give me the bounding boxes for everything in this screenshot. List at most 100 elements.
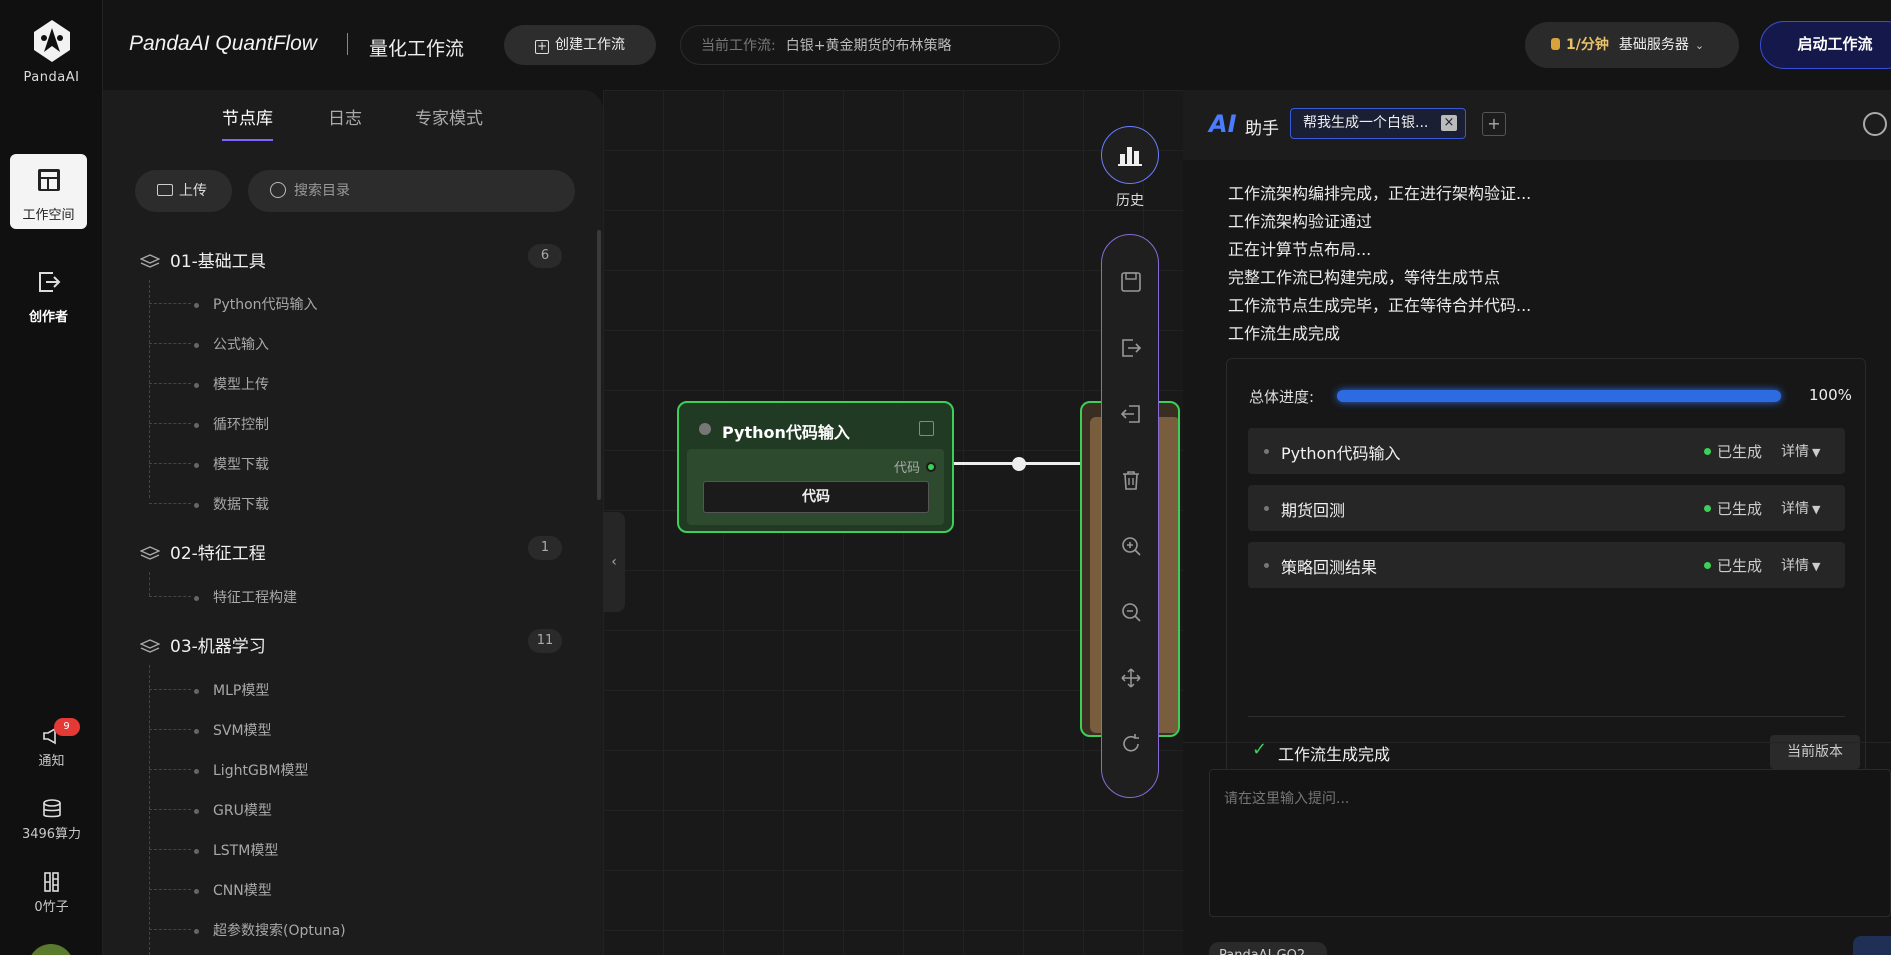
collapse-panel-button[interactable]: ‹ <box>603 512 625 612</box>
details-toggle[interactable]: 详情 ▼ <box>1781 441 1820 461</box>
zoom-in-icon[interactable] <box>1120 535 1142 557</box>
list-item[interactable]: 期货回测 已生成 详情 ▼ <box>1248 485 1845 531</box>
bamboo-balance[interactable]: 0竹子 <box>0 870 103 915</box>
trash-icon[interactable] <box>1120 469 1142 491</box>
list-item[interactable]: 模型下载 <box>194 454 269 474</box>
send-button[interactable] <box>1853 936 1891 955</box>
save-icon[interactable] <box>1120 271 1142 293</box>
category-count: 1 <box>528 536 562 560</box>
logo[interactable]: PandaAI <box>0 18 103 85</box>
category-header[interactable]: 01-基础工具 <box>140 247 266 272</box>
output-port[interactable] <box>926 462 936 472</box>
list-item[interactable]: 数据下载 <box>194 494 269 514</box>
brand-divider <box>347 33 348 55</box>
rail-item-label: 创作者 <box>28 310 68 325</box>
node-title: Python代码输入 <box>722 423 850 442</box>
import-icon[interactable] <box>1120 403 1142 425</box>
details-toggle[interactable]: 详情 ▼ <box>1781 555 1820 575</box>
new-conversation-button[interactable]: + <box>1482 112 1506 136</box>
list-item[interactable]: 策略回测结果 已生成 详情 ▼ <box>1248 542 1845 588</box>
tree-line <box>149 572 150 596</box>
current-version-button[interactable]: 当前版本 <box>1770 735 1860 769</box>
log-line: 工作流节点生成完毕，正在等待合并代码... <box>1228 296 1532 315</box>
library-scrollbar[interactable] <box>597 230 601 500</box>
tree-branch <box>149 343 191 344</box>
layers-icon <box>140 254 160 268</box>
search-icon <box>270 182 286 198</box>
server-selector[interactable]: 1/分钟 基础服务器 ⌄ <box>1525 22 1739 68</box>
list-item[interactable]: LSTM模型 <box>193 840 278 860</box>
list-item[interactable]: 超参数搜索(Optuna) <box>194 920 346 940</box>
close-icon[interactable]: × <box>1441 115 1457 131</box>
list-item[interactable]: 循环控制 <box>194 414 269 434</box>
top-bar: PandaAI QuantFlow 量化工作流 + 创建工作流 当前工作流: 白银+… <box>103 0 1891 90</box>
panda-logo-icon <box>33 20 70 62</box>
log-line: 工作流架构编排完成，正在进行架构验证... <box>1228 184 1532 203</box>
database-icon <box>40 797 64 821</box>
list-item[interactable]: 公式输入 <box>194 334 269 354</box>
conversation-tab-label: 帮我生成一个白银... <box>1303 115 1429 131</box>
move-icon[interactable] <box>1120 667 1142 689</box>
list-item[interactable]: Python代码输入 <box>194 294 318 314</box>
export-icon[interactable] <box>1120 337 1142 359</box>
step-name: Python代码输入 <box>1281 444 1401 463</box>
search-placeholder: 搜索目录 <box>294 183 350 199</box>
current-workflow-value: 白银+黄金期货的布林策略 <box>785 38 952 54</box>
avatar[interactable] <box>28 944 74 955</box>
list-item[interactable]: SVM模型 <box>194 720 272 740</box>
list-item[interactable]: MLP模型 <box>193 680 269 700</box>
caret-down-icon: ▼ <box>1812 503 1821 516</box>
chevron-left-icon: ‹ <box>611 554 617 570</box>
list-item[interactable]: 模型上传 <box>194 374 269 394</box>
tab-log[interactable]: 日志 <box>328 104 362 129</box>
prompt-input[interactable] <box>1209 769 1891 917</box>
rail-item-creator[interactable]: 创作者 <box>10 256 87 331</box>
log-line: 完整工作流已构建完成，等待生成节点 <box>1228 268 1501 287</box>
details-toggle[interactable]: 详情 ▼ <box>1781 498 1820 518</box>
compute-balance[interactable]: 3496算力 <box>0 797 103 842</box>
current-workflow-field[interactable]: 当前工作流: 白银+黄金期货的布林策略 <box>680 25 1060 65</box>
category-count: 11 <box>528 629 562 653</box>
log-line: 工作流生成完成 <box>1228 324 1341 343</box>
start-workflow-button[interactable]: 启动工作流 <box>1760 21 1891 69</box>
create-workflow-button[interactable]: + 创建工作流 <box>504 25 656 65</box>
ai-logo: AI <box>1209 110 1237 138</box>
search-input[interactable]: 搜索目录 <box>248 170 575 212</box>
list-item[interactable]: GRU模型 <box>194 800 272 820</box>
conversation-tab[interactable]: 帮我生成一个白银... × <box>1290 108 1466 139</box>
history-button[interactable] <box>1101 126 1159 184</box>
notify-label: 通知 <box>38 754 65 769</box>
tab-expert-mode[interactable]: 专家模式 <box>415 104 483 129</box>
details-label: 详情 <box>1781 444 1809 460</box>
list-item[interactable]: CNN模型 <box>194 880 272 900</box>
upload-label: 上传 <box>179 183 207 199</box>
workflow-node-python-input[interactable]: Python代码输入 代码 代码 <box>677 401 954 533</box>
status-badge: 已生成 <box>1704 555 1762 576</box>
model-selector[interactable]: PandaAI-GO2 <box>1209 942 1327 955</box>
tab-node-library[interactable]: 节点库 <box>222 104 273 141</box>
list-item[interactable]: LightGBM模型 <box>193 760 308 780</box>
tree-branch <box>149 809 191 810</box>
node-code-button[interactable]: 代码 <box>703 481 929 513</box>
category-header[interactable]: 02-特征工程 <box>140 539 266 564</box>
refresh-icon[interactable] <box>1120 733 1142 755</box>
progress-percent: 100% <box>1809 386 1852 404</box>
list-item[interactable]: Python代码输入 已生成 详情 ▼ <box>1248 428 1845 474</box>
category-header[interactable]: 03-机器学习 <box>140 632 266 657</box>
tree-branch <box>149 596 191 597</box>
zoom-out-icon[interactable] <box>1120 601 1142 623</box>
history-label: 历史 <box>1116 193 1144 209</box>
plus-square-icon: + <box>535 39 549 54</box>
clock-icon[interactable] <box>1863 112 1887 136</box>
rail-item-workspace[interactable]: 工作空间 <box>10 154 87 229</box>
node-library-panel: 节点库 日志 专家模式 上传 搜索目录 01-基础工具 6 Python代码输入… <box>103 90 603 955</box>
progress-bar <box>1337 390 1781 402</box>
upload-button[interactable]: 上传 <box>135 170 232 212</box>
step-name: 策略回测结果 <box>1281 558 1378 577</box>
notifications[interactable]: 9 通知 <box>0 718 103 769</box>
tree-branch <box>149 729 191 730</box>
list-item[interactable]: 特征工程构建 <box>194 587 297 607</box>
edge-midpoint-handle[interactable] <box>1012 457 1026 471</box>
compute-label: 3496算力 <box>21 827 82 842</box>
edit-icon[interactable] <box>919 421 934 436</box>
